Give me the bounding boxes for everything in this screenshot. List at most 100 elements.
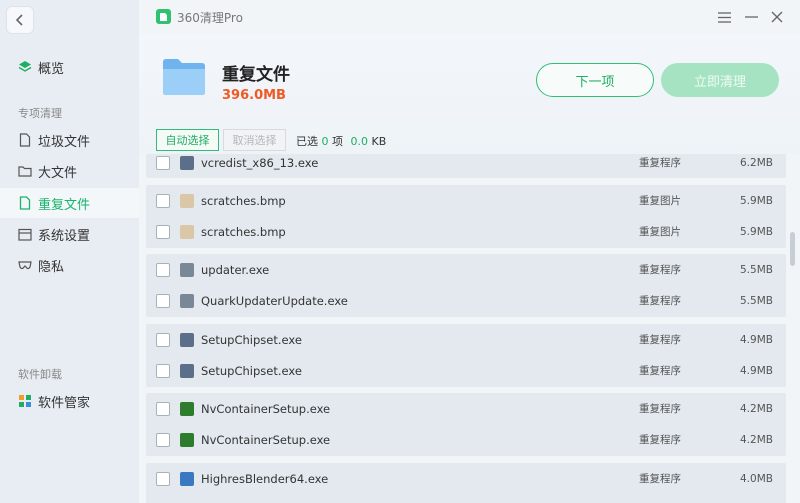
file-type-icon bbox=[180, 293, 194, 308]
file-size: 5.5MB bbox=[740, 294, 773, 307]
title-bar: 360清理Pro bbox=[139, 0, 800, 34]
file-type: 重复图片 bbox=[639, 226, 681, 238]
file-size: 5.9MB bbox=[740, 194, 773, 207]
file-size: 6.2MB bbox=[740, 156, 773, 169]
app-logo-icon bbox=[156, 9, 171, 24]
file-type: 重复程序 bbox=[639, 157, 681, 169]
file-type: 重复程序 bbox=[639, 334, 681, 346]
row-checkbox[interactable] bbox=[156, 363, 170, 378]
sidebar-item-system-settings[interactable]: 系统设置 bbox=[0, 219, 139, 249]
file-type-icon bbox=[180, 262, 194, 277]
file-size: 4.0MB bbox=[740, 472, 773, 485]
file-type-icon bbox=[180, 155, 194, 170]
file-type-icon bbox=[180, 401, 194, 416]
app-title: 360清理Pro bbox=[177, 11, 243, 25]
apps-grid-icon bbox=[18, 394, 32, 408]
row-checkbox[interactable] bbox=[156, 293, 170, 308]
file-row[interactable]: SetupChipset.exe 重复程序 4.9MB bbox=[146, 324, 786, 355]
file-row[interactable]: scratches.bmp 重复图片 5.9MB bbox=[146, 185, 786, 216]
main-panel: 360清理Pro 重复文件 396.0MB 下一项 立即清理 自动选择 取消选择… bbox=[139, 0, 800, 503]
scrollbar-thumb[interactable] bbox=[790, 232, 795, 266]
sidebar-item-label: 垃圾文件 bbox=[38, 134, 91, 150]
file-size: 4.2MB bbox=[740, 433, 773, 446]
selected-count: 0 bbox=[321, 135, 329, 148]
cancel-select-button[interactable]: 取消选择 bbox=[223, 129, 286, 151]
sidebar-item-overview[interactable]: 概览 bbox=[0, 52, 139, 82]
sidebar-item-label: 概览 bbox=[38, 61, 65, 77]
size-unit: KB bbox=[371, 135, 387, 148]
row-checkbox[interactable] bbox=[156, 155, 170, 170]
minimize-button[interactable] bbox=[742, 8, 760, 26]
file-type-icon bbox=[180, 193, 194, 208]
file-name: QuarkUpdaterUpdate.exe bbox=[201, 293, 348, 308]
menu-button[interactable] bbox=[715, 8, 733, 26]
row-checkbox[interactable] bbox=[156, 432, 170, 447]
file-name: scratches.bmp bbox=[201, 224, 286, 239]
file-icon bbox=[18, 133, 32, 147]
file-icon bbox=[18, 196, 32, 210]
sidebar-item-software-manager[interactable]: 软件管家 bbox=[0, 386, 139, 416]
file-size: 4.2MB bbox=[740, 402, 773, 415]
selection-toolbar: 自动选择 取消选择 已选 0 项 0.0 KB bbox=[139, 128, 800, 154]
file-row[interactable]: NvContainerSetup.exe 重复程序 4.2MB bbox=[146, 393, 786, 424]
privacy-icon bbox=[18, 258, 32, 272]
sidebar-item-label: 系统设置 bbox=[38, 228, 91, 244]
sidebar-item-large-files[interactable]: 大文件 bbox=[0, 156, 139, 186]
row-checkbox[interactable] bbox=[156, 332, 170, 347]
file-type: 重复程序 bbox=[639, 264, 681, 276]
sidebar-item-junk[interactable]: 垃圾文件 bbox=[0, 125, 139, 155]
layers-icon bbox=[18, 60, 32, 74]
minimize-icon bbox=[744, 16, 758, 18]
chevron-left-icon bbox=[15, 14, 23, 26]
selected-unit: 项 bbox=[332, 135, 343, 148]
total-size: 396.0MB bbox=[222, 88, 286, 103]
file-type: 重复程序 bbox=[639, 403, 681, 415]
sidebar-item-label: 隐私 bbox=[38, 259, 65, 275]
row-checkbox[interactable] bbox=[156, 471, 170, 486]
file-type: 重复程序 bbox=[639, 473, 681, 485]
row-checkbox[interactable] bbox=[156, 401, 170, 416]
selected-size: 0.0 bbox=[350, 135, 369, 148]
file-name: NvContainerSetup.exe bbox=[201, 432, 331, 447]
close-button[interactable] bbox=[768, 8, 786, 26]
file-type: 重复程序 bbox=[639, 295, 681, 307]
file-type: 重复图片 bbox=[639, 195, 681, 207]
file-type: 重复程序 bbox=[639, 365, 681, 377]
file-name: SetupChipset.exe bbox=[201, 332, 302, 347]
page-title: 重复文件 bbox=[222, 65, 290, 85]
file-row[interactable]: updater.exe 重复程序 5.5MB bbox=[146, 254, 786, 285]
file-list[interactable]: vcredist_x86_13.exe 重复程序 6.2MB scratches.bm… bbox=[146, 154, 786, 503]
file-name: scratches.bmp bbox=[201, 193, 286, 208]
file-type-icon bbox=[180, 363, 194, 378]
file-row[interactable]: SetupChipset.exe 重复程序 4.9MB bbox=[146, 355, 786, 386]
file-row[interactable]: NvContainerSetup.exe 重复程序 4.2MB bbox=[146, 424, 786, 455]
row-checkbox[interactable] bbox=[156, 224, 170, 239]
close-icon bbox=[771, 11, 783, 23]
section-heading: 软件卸载 bbox=[18, 368, 62, 381]
back-button[interactable] bbox=[6, 6, 34, 34]
file-row[interactable]: HighresBlender64.exe 重复程序 4.0MB bbox=[146, 463, 786, 494]
folder-icon bbox=[161, 56, 207, 98]
file-name: updater.exe bbox=[201, 262, 270, 277]
file-row[interactable]: QuarkUpdaterUpdate.exe 重复程序 5.5MB bbox=[146, 285, 786, 316]
file-type-icon bbox=[180, 432, 194, 447]
file-name: HighresBlender64.exe bbox=[201, 471, 329, 486]
sidebar-item-label: 大文件 bbox=[38, 165, 78, 181]
file-type-icon bbox=[180, 332, 194, 347]
file-name: NvContainerSetup.exe bbox=[201, 401, 331, 416]
calendar-icon bbox=[18, 227, 32, 241]
sidebar: 概览 专项清理 垃圾文件 大文件 重复文件 系统设置 隐私 软件卸载 软件管家 bbox=[0, 0, 139, 503]
section-heading: 专项清理 bbox=[18, 107, 62, 120]
row-checkbox[interactable] bbox=[156, 262, 170, 277]
file-type: 重复程序 bbox=[639, 434, 681, 446]
next-item-button[interactable]: 下一项 bbox=[536, 63, 654, 97]
sidebar-item-label: 软件管家 bbox=[38, 395, 91, 411]
sidebar-item-duplicate-files[interactable]: 重复文件 bbox=[0, 188, 139, 218]
file-row[interactable]: vcredist_x86_13.exe 重复程序 6.2MB bbox=[146, 154, 786, 178]
sidebar-item-privacy[interactable]: 隐私 bbox=[0, 250, 139, 280]
clean-now-button[interactable]: 立即清理 bbox=[661, 63, 779, 97]
file-row[interactable]: scratches.bmp 重复图片 5.9MB bbox=[146, 216, 786, 247]
row-checkbox[interactable] bbox=[156, 193, 170, 208]
auto-select-button[interactable]: 自动选择 bbox=[156, 129, 219, 151]
file-size: 4.9MB bbox=[740, 364, 773, 377]
